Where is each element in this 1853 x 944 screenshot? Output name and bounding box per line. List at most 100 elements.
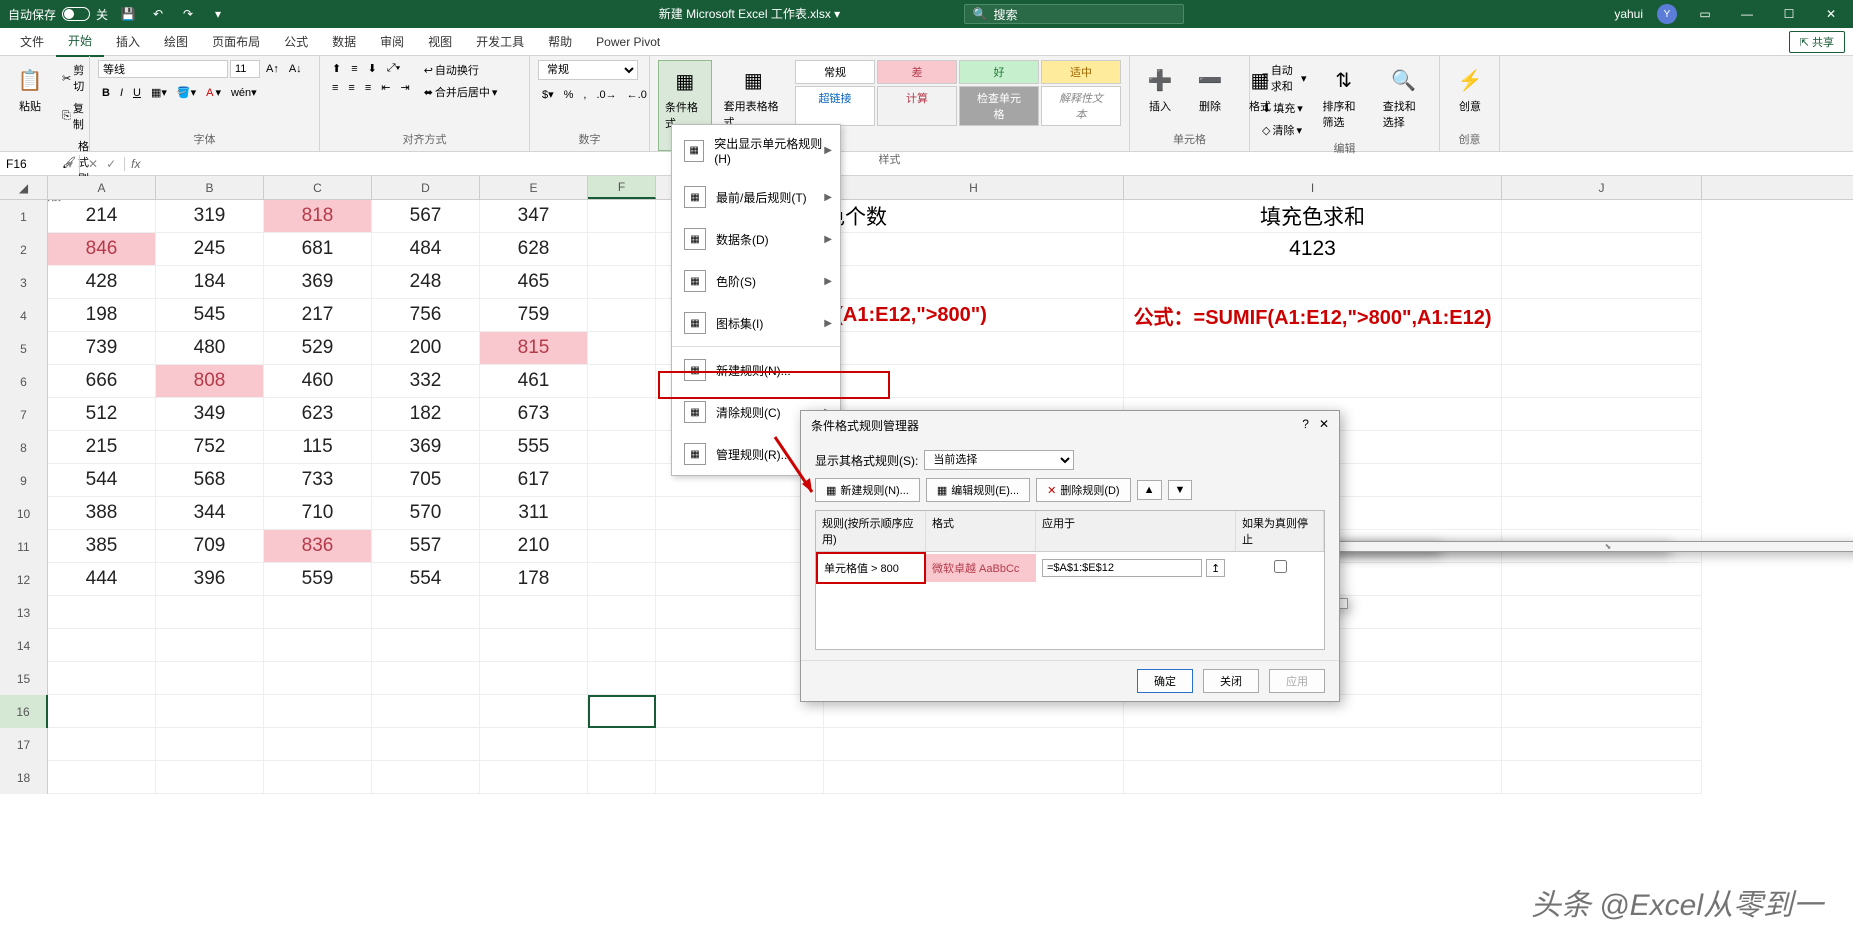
column-header-C[interactable]: C xyxy=(264,176,372,199)
row-header-18[interactable]: 18 xyxy=(0,761,48,794)
cell-style-计算[interactable]: 计算 xyxy=(877,86,957,126)
tab-公式[interactable]: 公式 xyxy=(272,27,320,56)
cell[interactable] xyxy=(1502,398,1702,431)
cell[interactable] xyxy=(1502,200,1702,233)
cell[interactable]: 617 xyxy=(480,464,588,497)
cell[interactable]: 369 xyxy=(372,431,480,464)
merge-center-button[interactable]: ⬌ 合并后居中 ▾ xyxy=(420,82,502,102)
row-header-5[interactable]: 5 xyxy=(0,332,48,365)
range-picker-icon[interactable]: ↥ xyxy=(1206,559,1225,577)
cell[interactable] xyxy=(48,695,156,728)
cell[interactable] xyxy=(1502,629,1702,662)
cf-menu-item-1[interactable]: ▦最前/最后规则(T)▶ xyxy=(672,176,840,218)
tab-视图[interactable]: 视图 xyxy=(416,27,464,56)
row-header-17[interactable]: 17 xyxy=(0,728,48,761)
cell[interactable] xyxy=(656,761,824,794)
cell[interactable] xyxy=(1124,332,1502,365)
cell[interactable] xyxy=(588,563,656,596)
cf-menu-item-4[interactable]: ▦图标集(I)▶ xyxy=(672,302,840,344)
cancel-formula-icon[interactable]: ✕ xyxy=(88,157,98,171)
cell[interactable]: 385 xyxy=(48,530,156,563)
name-box[interactable]: F16▾ xyxy=(0,155,80,173)
align-right-icon[interactable]: ≡ xyxy=(361,80,375,96)
row-header-2[interactable]: 2 xyxy=(0,233,48,266)
cell-style-超链接[interactable]: 超链接 xyxy=(795,86,875,126)
cell[interactable] xyxy=(656,695,824,728)
new-rule-button[interactable]: ▦ 新建规则(N)... xyxy=(815,478,920,502)
cell[interactable]: 681 xyxy=(264,233,372,266)
cell[interactable]: 色个数 xyxy=(824,200,1124,233)
ok-button[interactable]: 确定 xyxy=(1137,669,1193,693)
minimize-icon[interactable]: — xyxy=(1733,7,1761,21)
percent-icon[interactable]: % xyxy=(560,87,578,103)
cell[interactable] xyxy=(156,596,264,629)
cell[interactable]: 388 xyxy=(48,497,156,530)
clear-button[interactable]: ◇ 清除 ▾ xyxy=(1258,120,1311,140)
cell[interactable] xyxy=(588,464,656,497)
cell[interactable] xyxy=(588,332,656,365)
cell[interactable] xyxy=(824,365,1124,398)
redo-icon[interactable]: ↷ xyxy=(178,4,198,24)
cell[interactable]: 759 xyxy=(480,299,588,332)
cell[interactable]: 319 xyxy=(156,200,264,233)
font-color-button[interactable]: A▾ xyxy=(202,84,225,101)
cell[interactable] xyxy=(656,497,824,530)
show-rules-select[interactable]: 当前选择 xyxy=(924,450,1074,470)
cell-style-解释性文本[interactable]: 解释性文本 xyxy=(1041,86,1121,126)
qat-more-icon[interactable]: ▾ xyxy=(208,4,228,24)
cell[interactable]: 245 xyxy=(156,233,264,266)
cell[interactable]: 200 xyxy=(372,332,480,365)
cell[interactable] xyxy=(1502,464,1702,497)
cell[interactable] xyxy=(264,629,372,662)
cell[interactable] xyxy=(48,596,156,629)
cell[interactable] xyxy=(372,596,480,629)
column-header-H[interactable]: H xyxy=(824,176,1124,199)
cell[interactable] xyxy=(1502,497,1702,530)
cell[interactable]: 739 xyxy=(48,332,156,365)
cf-menu-item-0[interactable]: ▦突出显示单元格规则(H)▶ xyxy=(672,125,840,176)
cell[interactable] xyxy=(264,761,372,794)
cell[interactable] xyxy=(372,662,480,695)
cell-style-常规[interactable]: 常规 xyxy=(795,60,875,84)
cell[interactable]: 710 xyxy=(264,497,372,530)
tab-文件[interactable]: 文件 xyxy=(8,27,56,56)
cell[interactable] xyxy=(588,365,656,398)
tab-插入[interactable]: 插入 xyxy=(104,27,152,56)
row-header-9[interactable]: 9 xyxy=(0,464,48,497)
cell[interactable] xyxy=(588,596,656,629)
cell[interactable] xyxy=(372,761,480,794)
cell[interactable] xyxy=(264,728,372,761)
cell[interactable] xyxy=(480,662,588,695)
cell[interactable]: 332 xyxy=(372,365,480,398)
row-header-16[interactable]: 16 xyxy=(0,695,48,728)
cell[interactable]: 182 xyxy=(372,398,480,431)
align-center-icon[interactable]: ≡ xyxy=(344,80,358,96)
cell[interactable]: 554 xyxy=(372,563,480,596)
increase-indent-icon[interactable]: ⇥ xyxy=(396,79,413,96)
cell[interactable] xyxy=(1502,299,1702,332)
underline-button[interactable]: U xyxy=(129,85,145,101)
increase-font-icon[interactable]: A↑ xyxy=(262,61,283,77)
delete-rule-button[interactable]: ✕ 删除规则(D) xyxy=(1036,478,1131,502)
tab-帮助[interactable]: 帮助 xyxy=(536,27,584,56)
cf-menu-item-3[interactable]: ▦色阶(S)▶ xyxy=(672,260,840,302)
applies-to-input[interactable] xyxy=(1042,559,1202,577)
cell[interactable]: 673 xyxy=(480,398,588,431)
cell[interactable] xyxy=(156,761,264,794)
move-up-button[interactable]: ▲ xyxy=(1137,480,1162,500)
cut-button[interactable]: ✂ 剪切 xyxy=(58,60,93,96)
cell[interactable] xyxy=(1502,695,1702,728)
tab-绘图[interactable]: 绘图 xyxy=(152,27,200,56)
cf-menu-item-5[interactable]: ▦新建规则(N)... xyxy=(672,349,840,391)
cell[interactable]: 369 xyxy=(264,266,372,299)
cell[interactable]: 570 xyxy=(372,497,480,530)
cell[interactable] xyxy=(588,233,656,266)
row-header-7[interactable]: 7 xyxy=(0,398,48,431)
cell-style-检查单元格[interactable]: 检查单元格 xyxy=(959,86,1039,126)
cell[interactable]: 568 xyxy=(156,464,264,497)
copy-button[interactable]: ⎘ 复制 xyxy=(58,98,93,134)
maximize-icon[interactable]: ☐ xyxy=(1775,7,1803,21)
cell[interactable] xyxy=(824,761,1124,794)
cell[interactable] xyxy=(588,761,656,794)
cell[interactable] xyxy=(656,596,824,629)
